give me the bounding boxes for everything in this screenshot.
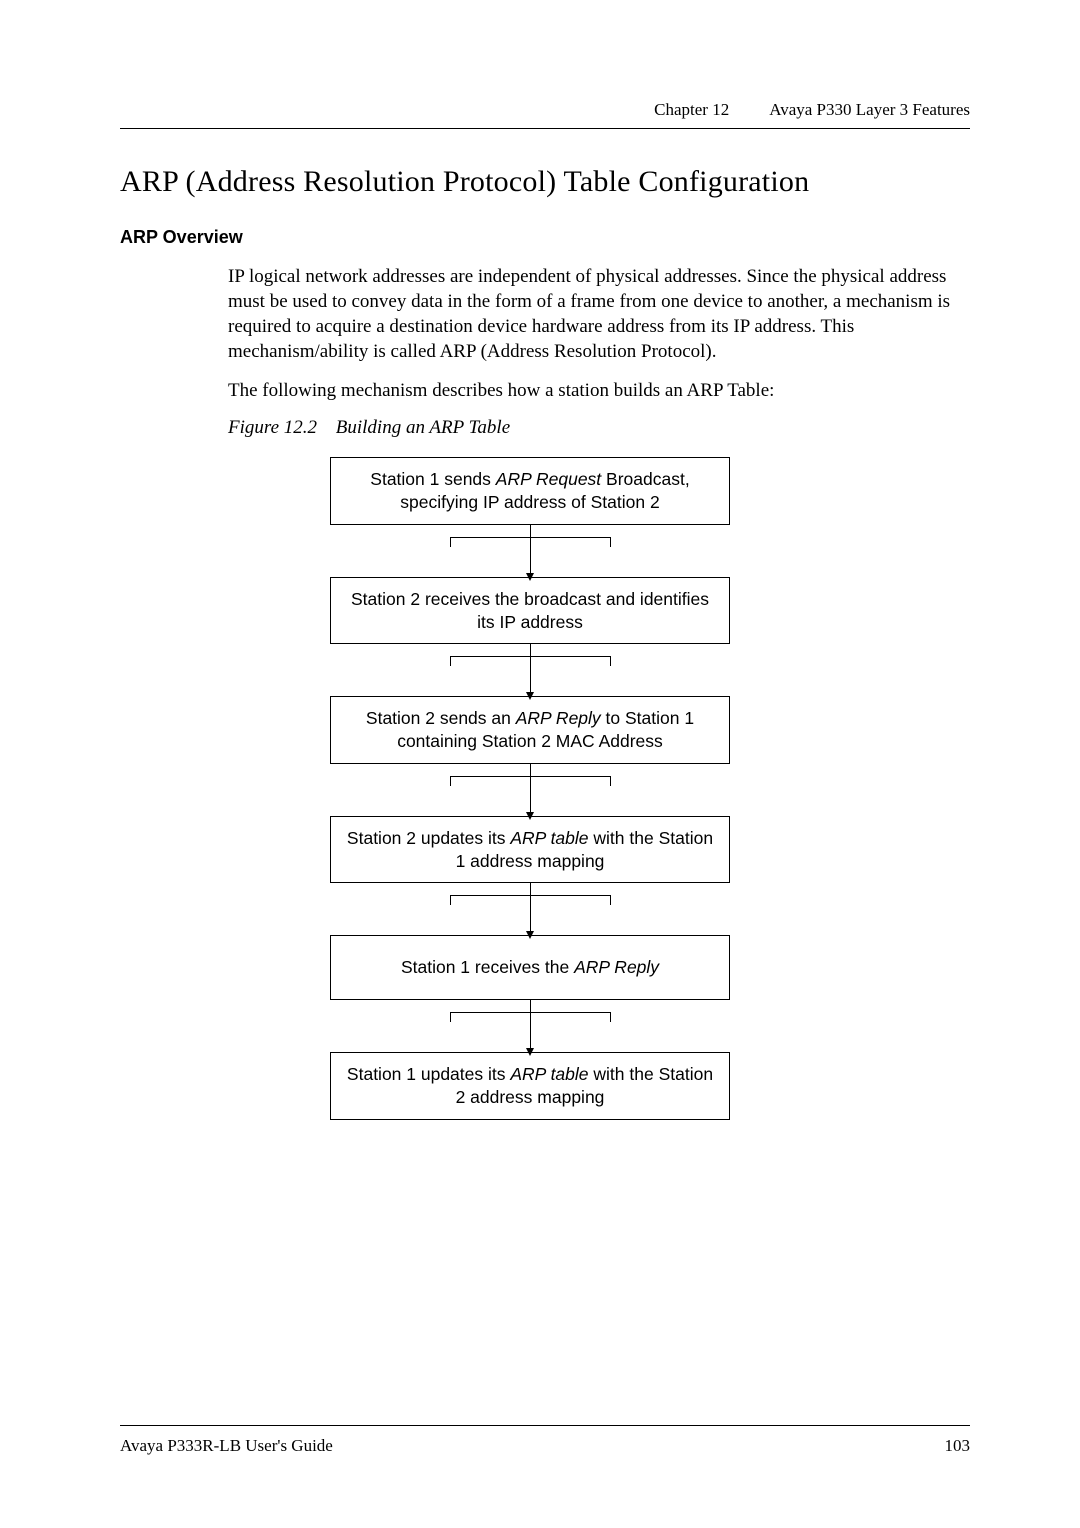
chapter-title: Avaya P330 Layer 3 Features bbox=[769, 100, 970, 120]
arrow-down-icon bbox=[526, 812, 534, 820]
flow-node: Station 2 receives the broadcast and ide… bbox=[330, 577, 730, 645]
footer-rule bbox=[120, 1425, 970, 1426]
flowchart: Station 1 sends ARP Request Broadcast, s… bbox=[330, 457, 750, 1119]
flow-node: Station 2 sends an ARP Reply to Station … bbox=[330, 696, 730, 764]
running-head: Chapter 12 Avaya P330 Layer 3 Features bbox=[120, 100, 970, 120]
flow-node: Station 1 updates its ARP table with the… bbox=[330, 1052, 730, 1120]
arrow-down-icon bbox=[526, 692, 534, 700]
figure-title: Building an ARP Table bbox=[336, 417, 510, 438]
flow-em: ARP Request bbox=[496, 469, 601, 489]
arrow-down-icon bbox=[526, 931, 534, 939]
chapter-label: Chapter 12 bbox=[654, 100, 729, 120]
paragraph: The following mechanism describes how a … bbox=[228, 378, 970, 403]
flow-connector bbox=[330, 1000, 730, 1052]
arrow-down-icon bbox=[526, 1048, 534, 1056]
flow-connector bbox=[330, 644, 730, 696]
page-footer: Avaya P333R-LB User's Guide 103 bbox=[120, 1425, 970, 1456]
flow-text: Station 2 receives the broadcast and ide… bbox=[351, 589, 709, 632]
flow-em: ARP Reply bbox=[574, 957, 659, 977]
flow-node: Station 2 updates its ARP table with the… bbox=[330, 816, 730, 884]
flow-connector bbox=[330, 525, 730, 577]
body-text: IP logical network addresses are indepen… bbox=[228, 264, 970, 403]
flow-em: ARP Reply bbox=[516, 708, 601, 728]
header-rule bbox=[120, 128, 970, 129]
flow-text: Station 1 receives the bbox=[401, 957, 574, 977]
flow-text: Station 1 updates its bbox=[347, 1064, 510, 1084]
flow-connector bbox=[330, 764, 730, 816]
page-number: 103 bbox=[945, 1436, 971, 1456]
figure-caption: Figure 12.2 Building an ARP Table bbox=[228, 417, 970, 439]
arrow-down-icon bbox=[526, 573, 534, 581]
section-title: ARP (Address Resolution Protocol) Table … bbox=[120, 165, 970, 199]
flow-node: Station 1 sends ARP Request Broadcast, s… bbox=[330, 457, 730, 525]
paragraph: IP logical network addresses are indepen… bbox=[228, 264, 970, 364]
flow-em: ARP table bbox=[510, 1064, 588, 1084]
flow-text: Station 2 updates its bbox=[347, 828, 510, 848]
flow-node: Station 1 receives the ARP Reply bbox=[330, 935, 730, 1000]
figure-number: Figure 12.2 bbox=[228, 417, 317, 438]
footer-book-title: Avaya P333R-LB User's Guide bbox=[120, 1436, 333, 1456]
flow-em: ARP table bbox=[510, 828, 588, 848]
flow-text: Station 1 sends bbox=[370, 469, 496, 489]
flow-text: Station 2 sends an bbox=[366, 708, 516, 728]
subsection-heading: ARP Overview bbox=[120, 227, 970, 248]
flow-connector bbox=[330, 883, 730, 935]
